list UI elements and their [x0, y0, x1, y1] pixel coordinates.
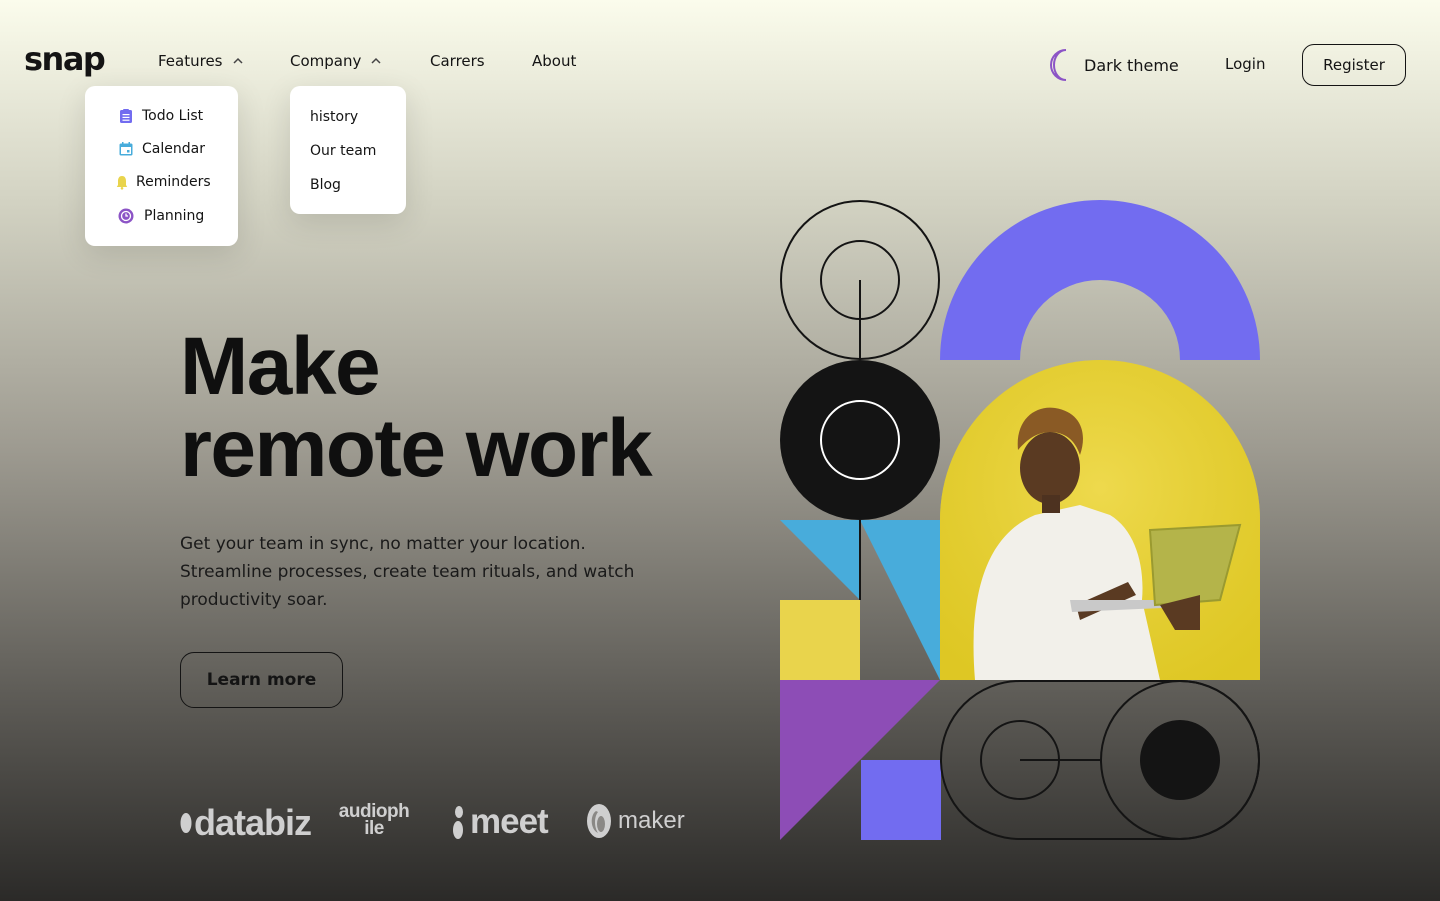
hero-illustration: [780, 200, 1260, 840]
nav-company[interactable]: Company: [290, 52, 383, 70]
features-dropdown: Todo List Calendar Reminders Planning: [85, 86, 238, 246]
moon-icon: [1050, 49, 1067, 81]
register-button[interactable]: Register: [1302, 44, 1406, 86]
client-logo-maker: maker: [586, 803, 685, 839]
company-dropdown: history Our team Blog: [290, 86, 406, 214]
menu-item-history[interactable]: history: [310, 109, 358, 125]
snap-logo[interactable]: snap: [24, 40, 106, 78]
todo-list-icon: [120, 109, 132, 123]
planning-clock-icon: [118, 208, 134, 224]
login-link[interactable]: Login: [1225, 55, 1265, 73]
maker-mark-icon: [587, 804, 611, 838]
menu-item-planning[interactable]: Planning: [118, 208, 204, 224]
chevron-up-icon: [232, 57, 243, 64]
menu-item-reminders[interactable]: Reminders: [114, 174, 211, 190]
hero-description: Get your team in sync, no matter your lo…: [180, 534, 635, 610]
menu-item-label: Reminders: [136, 174, 211, 190]
databiz-mark-icon: [180, 813, 192, 833]
hero-title: Make remote work: [180, 321, 653, 494]
black-circle: [780, 360, 940, 520]
menu-item-label: Calendar: [142, 141, 205, 157]
client-logo-databiz: databiz: [180, 802, 312, 844]
menu-item-todo-list[interactable]: Todo List: [118, 108, 203, 124]
blue-square: [861, 760, 941, 840]
theme-toggle-label: Dark theme: [1084, 55, 1179, 75]
calendar-icon: [119, 142, 133, 156]
menu-item-label: Todo List: [142, 108, 204, 124]
nav-company-label: Company: [290, 52, 362, 70]
blue-arch: [940, 200, 1260, 360]
bell-icon: [116, 176, 128, 190]
cyan-triangle-left: [780, 520, 860, 600]
nav-careers[interactable]: Carrers: [430, 52, 485, 70]
menu-item-our-team[interactable]: Our team: [310, 143, 376, 159]
hero-title-line-1: Make: [180, 321, 381, 412]
client-logo-audiophile: audiophile: [338, 801, 410, 839]
pill-black-dot: [1140, 720, 1220, 800]
client-logo-meet: meet: [452, 802, 549, 842]
nav-about[interactable]: About: [532, 52, 576, 70]
theme-toggle[interactable]: Dark theme: [1046, 48, 1179, 82]
menu-item-label: Planning: [144, 208, 205, 224]
nav-features[interactable]: Features: [158, 52, 245, 70]
menu-item-blog[interactable]: Blog: [310, 177, 341, 193]
chevron-up-icon: [371, 57, 381, 64]
hero-title-line-2: remote work: [180, 403, 653, 494]
menu-item-calendar[interactable]: Calendar: [118, 141, 205, 157]
nav-features-label: Features: [158, 52, 223, 70]
cyan-triangle-right: [860, 520, 940, 680]
yellow-square: [780, 600, 860, 680]
learn-more-button[interactable]: Learn more: [180, 652, 343, 708]
meet-mark-icon: [453, 806, 463, 839]
